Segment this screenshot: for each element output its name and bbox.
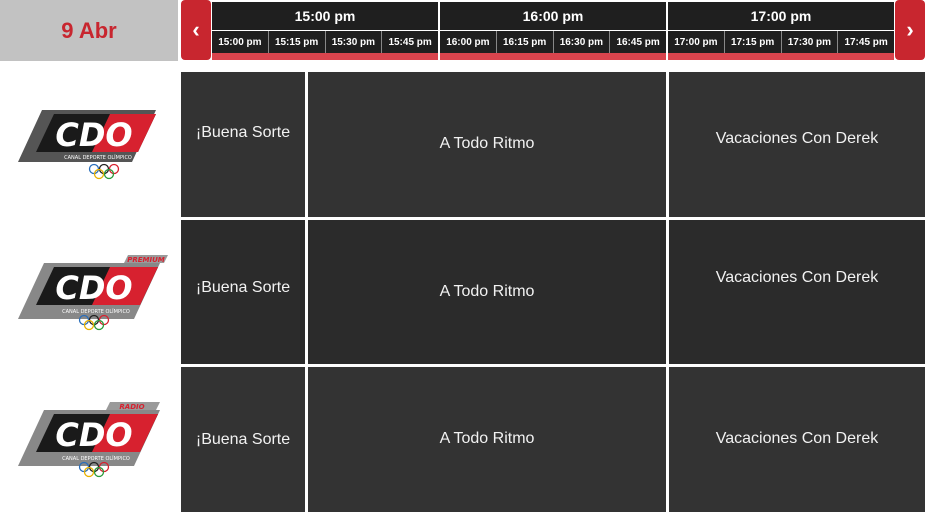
program-cell[interactable]: A Todo Ritmo	[308, 220, 666, 364]
program-cell[interactable]: Vacaciones Con Derek	[669, 220, 925, 364]
quarter-label: 16:00 pm	[440, 31, 497, 53]
quarter-label: 17:45 pm	[844, 36, 888, 48]
svg-text:CANAL DEPORTE OLÍMPICO: CANAL DEPORTE OLÍMPICO	[62, 308, 130, 315]
program-title: Vacaciones Con Derek	[715, 129, 879, 147]
next-button[interactable]: ›	[895, 0, 925, 60]
cdo-radio-logo: RADIO CDO CANAL DEPORTE OLÍMPICO	[18, 401, 160, 477]
program-cell[interactable]: ¡Buena Sorte	[181, 367, 305, 512]
program-title: A Todo Ritmo	[439, 283, 535, 300]
program-cell[interactable]: Vacaciones Con Derek	[669, 72, 925, 217]
quarter-label: 15:30 pm	[326, 31, 383, 53]
program-cell[interactable]: ¡Buena Sorte	[181, 220, 305, 364]
channel-logo[interactable]: CDO CANAL DEPORTE OLÍMPICO	[0, 72, 178, 217]
program-cell[interactable]: ¡Buena Sorte	[181, 72, 305, 217]
program-title: ¡Buena Sorte	[195, 430, 291, 448]
cdo-premium-logo: PREMIUM CDO CANAL DEPORTE OLÍMPICO	[18, 254, 168, 330]
svg-text:RADIO: RADIO	[119, 403, 144, 411]
channel-logo[interactable]: PREMIUM CDO CANAL DEPORTE OLÍMPICO	[0, 219, 178, 364]
hour-header: 16:00 pm	[440, 2, 666, 30]
channel-logo[interactable]: RADIO CDO CANAL DEPORTE OLÍMPICO	[0, 366, 178, 511]
quarter-label: 16:30 pm	[554, 31, 611, 53]
timeline-bar	[668, 53, 894, 60]
quarter-label: 16:45 pm	[616, 36, 660, 48]
cdo-logo: CDO CANAL DEPORTE OLÍMPICO	[18, 109, 156, 179]
quarter-row: 16:00 pm 16:15 pm 16:30 pm 16:45 pm	[440, 31, 666, 53]
svg-text:CDO: CDO	[55, 416, 132, 454]
program-cell[interactable]: Vacaciones Con Derek	[669, 367, 925, 512]
program-title: Vacaciones Con Derek	[715, 269, 879, 286]
quarter-row: 17:00 pm 17:15 pm 17:30 pm 17:45 pm	[668, 31, 894, 53]
quarter-label: 17:15 pm	[725, 31, 782, 53]
svg-text:CDO: CDO	[55, 116, 132, 154]
date-label: 9 Abr	[0, 0, 178, 61]
program-title: ¡Buena Sorte	[195, 123, 291, 141]
timeline-bar	[440, 53, 666, 60]
program-title: ¡Buena Sorte	[195, 279, 291, 296]
hour-header: 17:00 pm	[668, 2, 894, 30]
timeline-bar	[212, 53, 438, 60]
quarter-row: 15:00 pm 15:15 pm 15:30 pm 15:45 pm	[212, 31, 438, 53]
program-title: A Todo Ritmo	[439, 134, 535, 152]
svg-text:CANAL DEPORTE OLÍMPICO: CANAL DEPORTE OLÍMPICO	[64, 154, 132, 161]
svg-text:CANAL DEPORTE OLÍMPICO: CANAL DEPORTE OLÍMPICO	[62, 455, 130, 462]
quarter-label: 15:45 pm	[388, 36, 432, 48]
svg-text:CDO: CDO	[55, 269, 132, 307]
hour-header: 15:00 pm	[212, 2, 438, 30]
quarter-label: 15:15 pm	[269, 31, 326, 53]
quarter-label: 17:30 pm	[782, 31, 839, 53]
program-title: Vacaciones Con Derek	[715, 429, 879, 447]
chevron-left-icon: ‹	[192, 17, 200, 42]
quarter-label: 15:00 pm	[212, 31, 269, 53]
chevron-right-icon: ›	[906, 17, 914, 42]
svg-text:PREMIUM: PREMIUM	[127, 256, 165, 264]
prev-button[interactable]: ‹	[181, 0, 211, 60]
quarter-label: 16:15 pm	[497, 31, 554, 53]
program-cell[interactable]: A Todo Ritmo	[308, 367, 666, 512]
program-title: A Todo Ritmo	[439, 429, 535, 447]
program-cell[interactable]: A Todo Ritmo	[308, 72, 666, 217]
quarter-label: 17:00 pm	[668, 31, 725, 53]
